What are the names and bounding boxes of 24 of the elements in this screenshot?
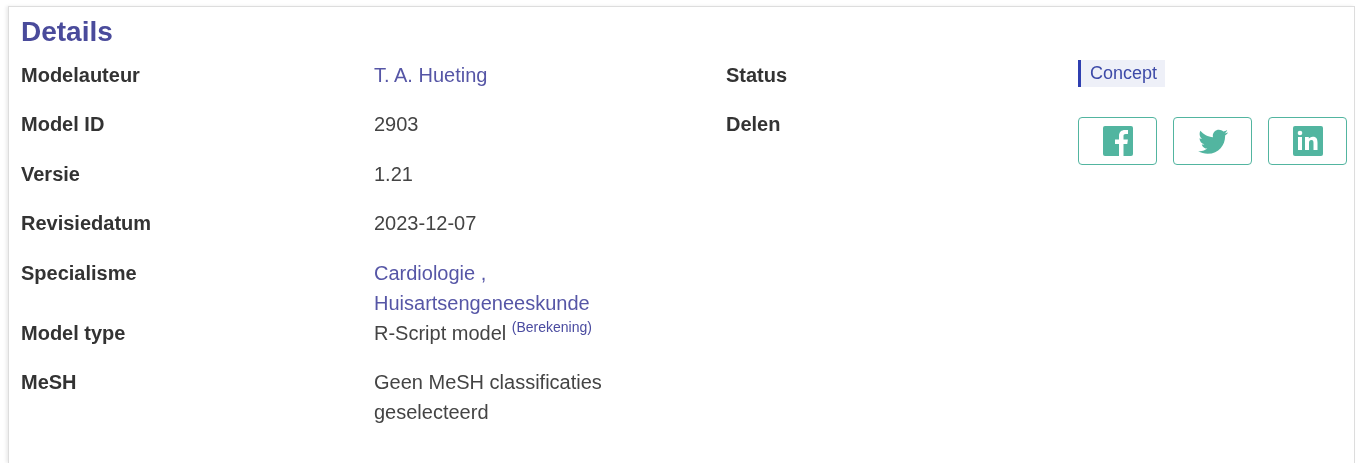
field-value: 2903: [374, 113, 419, 136]
field-link[interactable]: Huisartsengeneeskunde: [374, 291, 590, 314]
field-label: Revisiedatum: [21, 212, 152, 235]
field-label: Model ID: [21, 113, 105, 136]
share-button[interactable]: [1078, 117, 1157, 166]
section-title: Details: [21, 17, 114, 48]
field-label: Versie: [21, 162, 80, 185]
field-value: R-Script model $^{(Berekening)}$: [374, 317, 592, 346]
field-label: Specialisme: [21, 261, 137, 284]
field-link[interactable]: Cardiologie ,: [374, 261, 487, 284]
linkedin-icon: [1292, 126, 1323, 157]
facebook-icon: [1102, 126, 1133, 157]
field-value: 1.21: [374, 162, 413, 185]
field-value: 2023-12-07: [374, 212, 477, 235]
share-button[interactable]: [1173, 117, 1252, 166]
field-label: Model type: [21, 321, 126, 344]
field-value: Geen MeSH classificaties geselecteerd: [374, 371, 602, 424]
field-label: Modelauteur: [21, 63, 140, 86]
status-badge: Concept: [1078, 59, 1166, 87]
field-label: Delen: [726, 113, 781, 136]
field-label: MeSH: [21, 371, 77, 394]
field-label: Status: [726, 63, 788, 86]
share-button[interactable]: [1268, 117, 1347, 166]
field-link[interactable]: T. A. Hueting: [374, 63, 488, 86]
